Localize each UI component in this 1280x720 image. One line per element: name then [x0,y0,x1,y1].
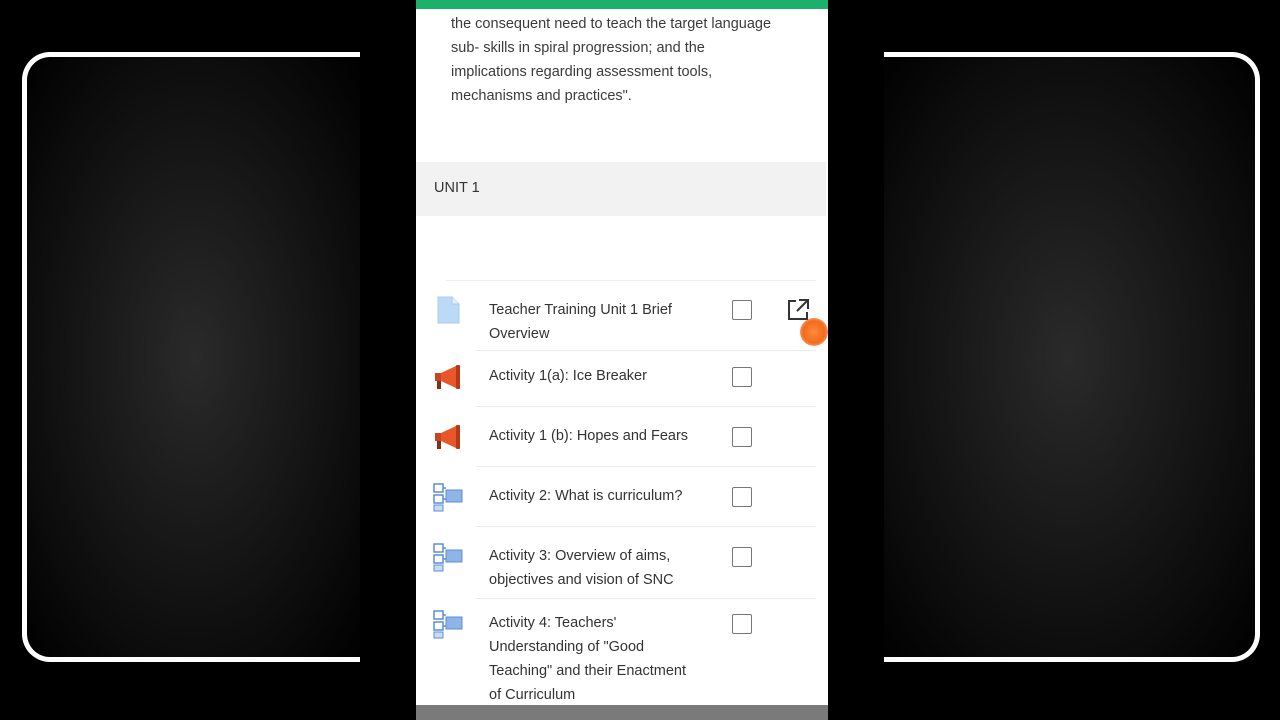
external-link-icon[interactable] [786,298,810,322]
activity-title[interactable]: Activity 4: Teachers' Understanding of "… [489,611,717,707]
completion-checkbox[interactable] [732,427,752,447]
bottom-bar [416,705,828,720]
description-line: the consequent need to teach the target … [451,16,772,32]
activity-title[interactable]: Activity 1(a): Ice Breaker [489,364,717,388]
section-title: UNIT 1 [434,180,480,196]
megaphone-icon [435,365,460,389]
megaphone-icon [435,425,460,449]
background-frame-left [22,52,362,662]
pillarbox-left [360,0,416,720]
description-line: implications regarding assessment tools, [451,64,713,80]
top-accent-bar [416,0,828,9]
completion-checkbox[interactable] [732,367,752,387]
divider [476,406,816,407]
divider [446,280,816,281]
completion-checkbox[interactable] [732,614,752,634]
mobile-course-page: the consequent need to teach the target … [416,0,828,720]
activity-title[interactable]: Activity 1 (b): Hopes and Fears [489,424,717,448]
touch-indicator [800,318,828,346]
course-description: the consequent need to teach the target … [451,12,811,108]
divider [476,350,816,351]
background-frame-right [880,52,1260,662]
workshop-icon [433,543,463,572]
section-header-unit-1[interactable]: UNIT 1 [416,162,826,216]
workshop-icon [433,610,463,639]
activity-title[interactable]: Activity 2: What is curriculum? [489,484,717,508]
completion-checkbox[interactable] [732,487,752,507]
divider [476,526,816,527]
activity-title[interactable]: Teacher Training Unit 1 Brief Overview [489,298,717,346]
description-line: mechanisms and practices". [451,88,632,104]
divider [476,466,816,467]
divider [476,598,816,599]
activity-title[interactable]: Activity 3: Overview of aims, objectives… [489,544,717,592]
description-line: sub- skills in spiral progression; and t… [451,40,705,56]
pillarbox-right [828,0,884,720]
workshop-icon [433,483,463,512]
completion-checkbox[interactable] [732,547,752,567]
file-icon [437,296,460,324]
completion-checkbox[interactable] [732,300,752,320]
